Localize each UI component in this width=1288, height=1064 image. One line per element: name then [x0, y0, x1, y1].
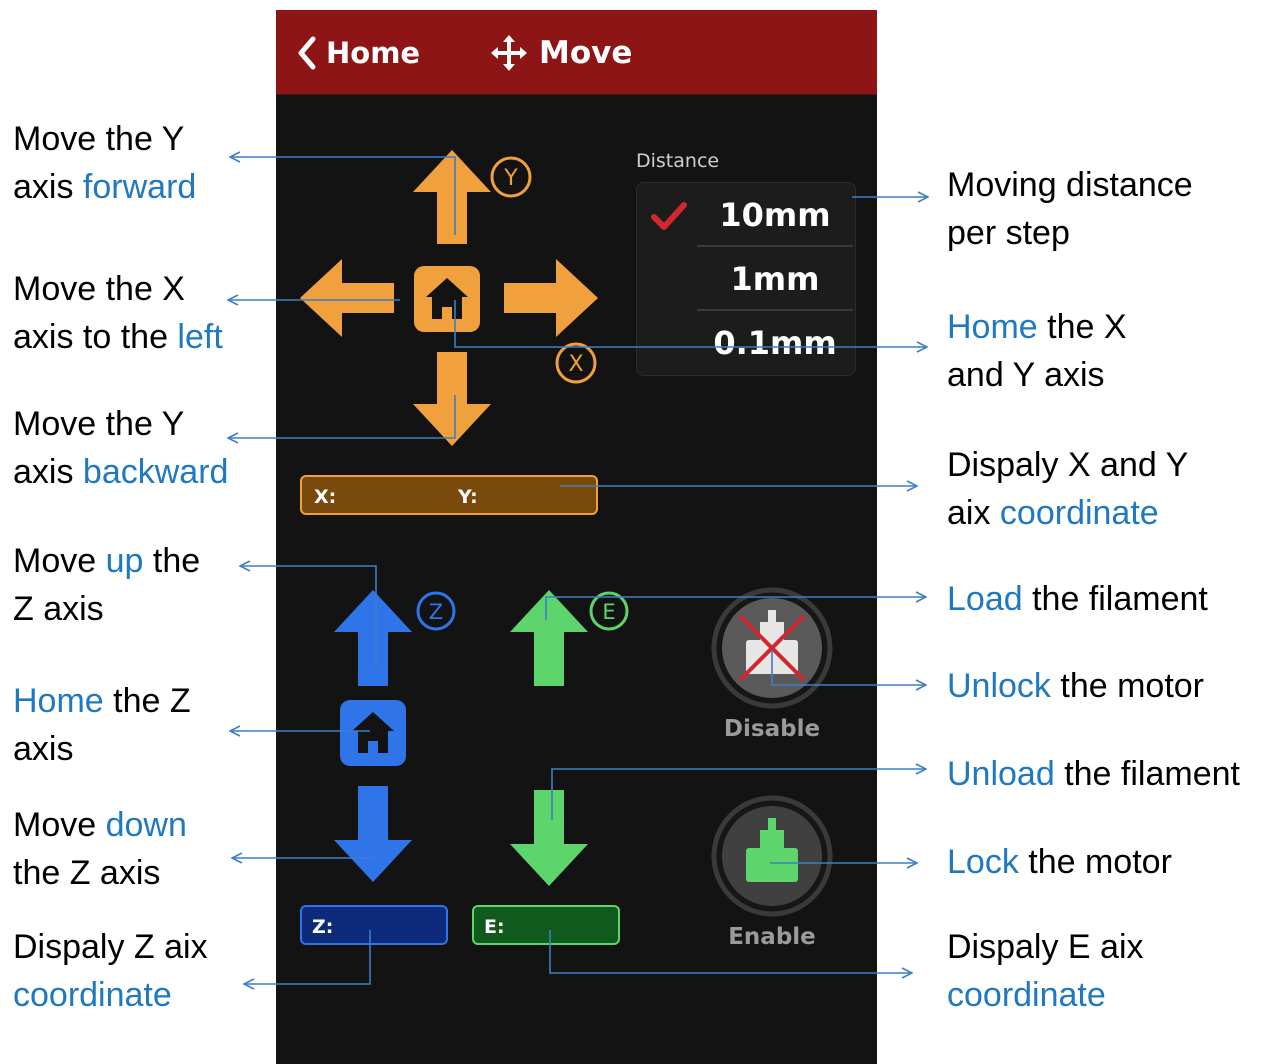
annotation-line: Move down [13, 801, 187, 849]
callout-unload-filament [551, 769, 926, 820]
annotation-line: Home the X [947, 303, 1127, 351]
annotation-home-xy: Home the X and Y axis [947, 303, 1127, 399]
annotation-line: aix coordinate [947, 489, 1188, 537]
callout-z-up [240, 566, 377, 670]
annotation-text: Move the X [13, 270, 185, 308]
annotation-unlock-motor: Unlock the motor [947, 662, 1204, 710]
annotation-text: and Y axis [947, 356, 1105, 394]
callout-z-coordinate [244, 930, 371, 984]
callout-y-forward [230, 157, 456, 235]
callout-load-filament [545, 597, 926, 620]
annotation-keyword: up [105, 542, 144, 580]
annotation-text: the [143, 542, 201, 580]
annotation-keyword: Unload [947, 755, 1055, 793]
annotation-line: Dispaly X and Y [947, 441, 1188, 489]
annotation-line: Move the Y [13, 400, 228, 448]
annotation-keyword: coordinate [13, 976, 172, 1014]
annotation-x-left: Move the X axis to the left [13, 265, 223, 361]
annotation-line: per step [947, 209, 1193, 257]
annotation-text: axis to the [13, 318, 178, 356]
annotation-keyword: forward [82, 168, 197, 206]
annotation-line: Dispaly Z aix [13, 923, 208, 971]
annotation-line: Moving distance [947, 161, 1193, 209]
callout-home-xy [454, 300, 927, 347]
annotation-text: the X [1037, 308, 1127, 346]
annotation-line: Move the X [13, 265, 223, 313]
annotation-e-coordinate: Dispaly E aix coordinate [947, 923, 1144, 1019]
annotation-text: the filament [1054, 755, 1240, 793]
annotation-line: Move up the [13, 537, 200, 585]
annotation-keyword: down [105, 806, 187, 844]
callout-unlock-motor [771, 650, 926, 685]
annotation-text: the motor [1050, 667, 1205, 705]
annotation-line: Dispaly E aix [947, 923, 1144, 971]
annotation-unload-filament: Unload the filament [947, 750, 1240, 798]
annotation-text: Moving distance [947, 166, 1193, 204]
annotation-text: the Z [103, 682, 191, 720]
annotation-home-z: Home the Z axis [13, 677, 191, 773]
annotation-text: Move [13, 542, 106, 580]
annotation-text: Move the Y [13, 120, 185, 158]
annotation-load-filament: Load the filament [947, 575, 1208, 623]
annotation-line: axis forward [13, 163, 196, 211]
annotation-line: axis [13, 725, 191, 773]
annotation-line: Z axis [13, 585, 200, 633]
annotation-line: coordinate [947, 971, 1144, 1019]
annotation-distance: Moving distance per step [947, 161, 1193, 257]
annotation-text: the filament [1022, 580, 1208, 618]
callout-y-backward [228, 395, 456, 438]
annotation-line: Unload the filament [947, 750, 1240, 798]
annotation-text: the Z axis [13, 854, 161, 892]
annotation-keyword: Load [947, 580, 1023, 618]
callout-e-coordinate [549, 930, 912, 973]
annotation-line: axis backward [13, 448, 228, 496]
annotation-z-down: Move down the Z axis [13, 801, 187, 897]
annotation-line: Lock the motor [947, 838, 1172, 886]
annotation-line: Move the Y [13, 115, 196, 163]
annotation-text: Dispaly Z aix [13, 928, 208, 966]
annotation-keyword: coordinate [947, 976, 1106, 1014]
annotation-line: coordinate [13, 971, 208, 1019]
annotation-text: aix [947, 494, 1000, 532]
annotation-text: Move [13, 806, 106, 844]
annotation-keyword: coordinate [999, 494, 1159, 532]
annotation-lock-motor: Lock the motor [947, 838, 1172, 886]
annotation-text: per step [947, 214, 1070, 252]
annotation-line: and Y axis [947, 351, 1127, 399]
annotation-keyword: left [177, 318, 223, 356]
annotation-line: Load the filament [947, 575, 1208, 623]
annotation-text: axis [13, 730, 74, 768]
annotation-line: the Z axis [13, 849, 187, 897]
annotation-text: axis [13, 453, 83, 491]
annotation-keyword: Lock [947, 843, 1019, 881]
annotation-line: axis to the left [13, 313, 223, 361]
annotation-text: Z axis [13, 590, 104, 628]
annotation-text: Dispaly E aix [947, 928, 1144, 966]
annotation-z-coordinate: Dispaly Z aix coordinate [13, 923, 208, 1019]
annotation-line: Home the Z [13, 677, 191, 725]
annotation-keyword: backward [82, 453, 229, 491]
annotation-text: Dispaly X and Y [947, 446, 1189, 484]
annotation-text: axis [13, 168, 83, 206]
annotation-line: Unlock the motor [947, 662, 1204, 710]
annotation-y-backward: Move the Y axis backward [13, 400, 228, 496]
annotation-keyword: Home [13, 682, 104, 720]
annotation-keyword: Unlock [947, 667, 1051, 705]
annotation-text: Move the Y [13, 405, 185, 443]
annotation-y-forward: Move the Y axis forward [13, 115, 196, 211]
annotation-xy-coordinate: Dispaly X and Y aix coordinate [947, 441, 1188, 537]
annotation-z-up: Move up the Z axis [13, 537, 200, 633]
annotation-keyword: Home [947, 308, 1038, 346]
annotation-text: the motor [1018, 843, 1172, 881]
